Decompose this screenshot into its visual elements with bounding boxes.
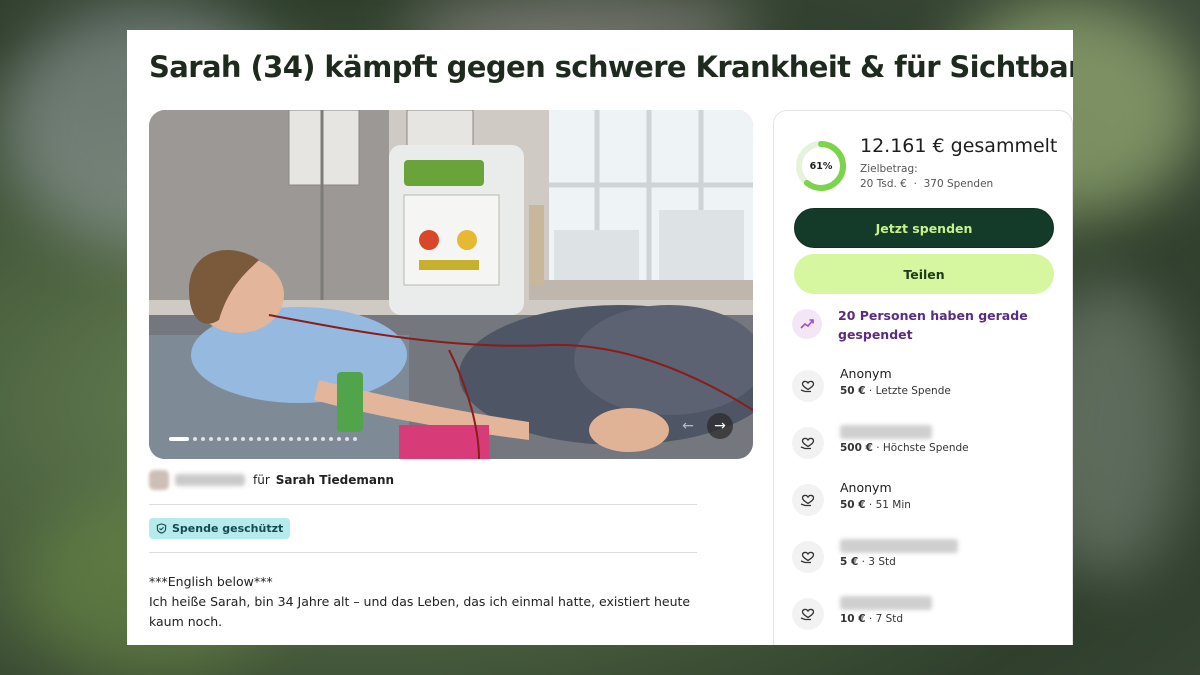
donation-detail: · 7 Std [868, 613, 904, 625]
donation-amount: 5 € [840, 556, 859, 568]
donor-name-blurred [840, 596, 932, 610]
donation-sidebar: 61% 12.161 € gesammelt Zielbetrag: 20 Ts… [773, 110, 1073, 645]
donation-amount: 10 € [840, 613, 866, 625]
gallery-dot[interactable] [313, 437, 317, 441]
story-line: kaum noch. [149, 614, 223, 629]
shield-icon [156, 523, 167, 534]
organizer-name-blurred [175, 474, 245, 486]
story-text: ***English below*** Ich heiße Sarah, bin… [149, 572, 709, 632]
beneficiary-name[interactable]: Sarah Tiedemann [276, 473, 394, 487]
gallery-dot[interactable] [281, 437, 285, 441]
organizer-prefix: für [253, 473, 270, 487]
donor-name-blurred [840, 425, 932, 439]
gallery-dot[interactable] [249, 437, 253, 441]
divider [149, 504, 697, 505]
gallery-pagination[interactable] [169, 437, 357, 441]
donation-detail: · Höchste Spende [876, 442, 969, 454]
heart-hand-icon [792, 370, 824, 402]
donation-amount: 50 € [840, 499, 866, 511]
gallery-dot[interactable] [345, 437, 349, 441]
donation-meta: 50 € · Letzte Spende [840, 385, 951, 397]
amount-raised: 12.161 € gesammelt [860, 135, 1058, 157]
fundraiser-page: Sarah (34) kämpft gegen schwere Krankhei… [127, 30, 1073, 645]
separator: · [913, 178, 917, 190]
heart-hand-icon [792, 598, 824, 630]
donation-detail: · Letzte Spende [868, 385, 951, 397]
donor-name-blurred [840, 539, 958, 553]
gallery-dot[interactable] [233, 437, 237, 441]
donation-item: 5 € · 3 Std [792, 537, 1052, 577]
page-title: Sarah (34) kämpft gegen schwere Krankhei… [149, 50, 1073, 84]
gallery-dot[interactable] [289, 437, 293, 441]
gallery-dot[interactable] [273, 437, 277, 441]
gallery-dot-active[interactable] [169, 437, 189, 441]
trending-up-icon [792, 309, 822, 339]
goal-value: 20 Tsd. € [860, 178, 907, 190]
gallery-dot[interactable] [225, 437, 229, 441]
arrow-right-icon[interactable]: → [707, 413, 733, 439]
avatar [149, 470, 169, 490]
heart-hand-icon [792, 541, 824, 573]
share-button[interactable]: Teilen [794, 254, 1054, 294]
donation-count: 370 Spenden [923, 178, 994, 190]
story-line: ***English below*** [149, 574, 273, 589]
donation-amount: 500 € [840, 442, 873, 454]
donation-item: 10 € · 7 Std [792, 594, 1052, 634]
arrow-left-icon[interactable]: ← [675, 413, 701, 439]
gallery-dot[interactable] [337, 437, 341, 441]
heart-hand-icon [792, 484, 824, 516]
gallery-dot[interactable] [241, 437, 245, 441]
donation-detail: · 51 Min [868, 499, 911, 511]
gallery-dot[interactable] [321, 437, 325, 441]
donation-item: 500 € · Höchste Spende [792, 423, 1052, 463]
heart-hand-icon [792, 427, 824, 459]
campaign-photo [149, 110, 753, 459]
gallery-dot[interactable] [217, 437, 221, 441]
donation-meta: 500 € · Höchste Spende [840, 442, 969, 454]
goal-line: 20 Tsd. € · 370 Spenden [860, 178, 993, 190]
protection-badge-label: Spende geschützt [172, 522, 284, 535]
donor-name: Anonym [840, 366, 892, 381]
donation-meta: 5 € · 3 Std [840, 556, 896, 568]
goal-label: Zielbetrag: [860, 163, 918, 175]
gallery-dot[interactable] [193, 437, 197, 441]
gallery-dot[interactable] [353, 437, 357, 441]
donate-button[interactable]: Jetzt spenden [794, 208, 1054, 248]
progress-ring: 61% [794, 139, 848, 193]
donation-detail: · 3 Std [861, 556, 896, 568]
donation-meta: 10 € · 7 Std [840, 613, 903, 625]
gallery-dot[interactable] [329, 437, 333, 441]
donor-name: Anonym [840, 480, 892, 495]
organizer-line: für Sarah Tiedemann [149, 470, 394, 490]
progress-percent: 61% [809, 160, 833, 172]
gallery-dot[interactable] [209, 437, 213, 441]
campaign-photo-gallery[interactable]: ← → [149, 110, 753, 459]
gallery-dot[interactable] [257, 437, 261, 441]
donation-amount: 50 € [840, 385, 866, 397]
gallery-dot[interactable] [297, 437, 301, 441]
gallery-dot[interactable] [305, 437, 309, 441]
story-line: Ich heiße Sarah, bin 34 Jahre alt – und … [149, 594, 691, 609]
protection-badge[interactable]: Spende geschützt [149, 518, 291, 539]
donation-meta: 50 € · 51 Min [840, 499, 911, 511]
gallery-dot[interactable] [201, 437, 205, 441]
donation-item: Anonym 50 € · Letzte Spende [792, 366, 1052, 406]
divider [149, 552, 697, 553]
gallery-dot[interactable] [265, 437, 269, 441]
donation-item: Anonym 50 € · 51 Min [792, 480, 1052, 520]
recent-donors-notice: 20 Personen haben gerade gespendet [838, 308, 1028, 342]
